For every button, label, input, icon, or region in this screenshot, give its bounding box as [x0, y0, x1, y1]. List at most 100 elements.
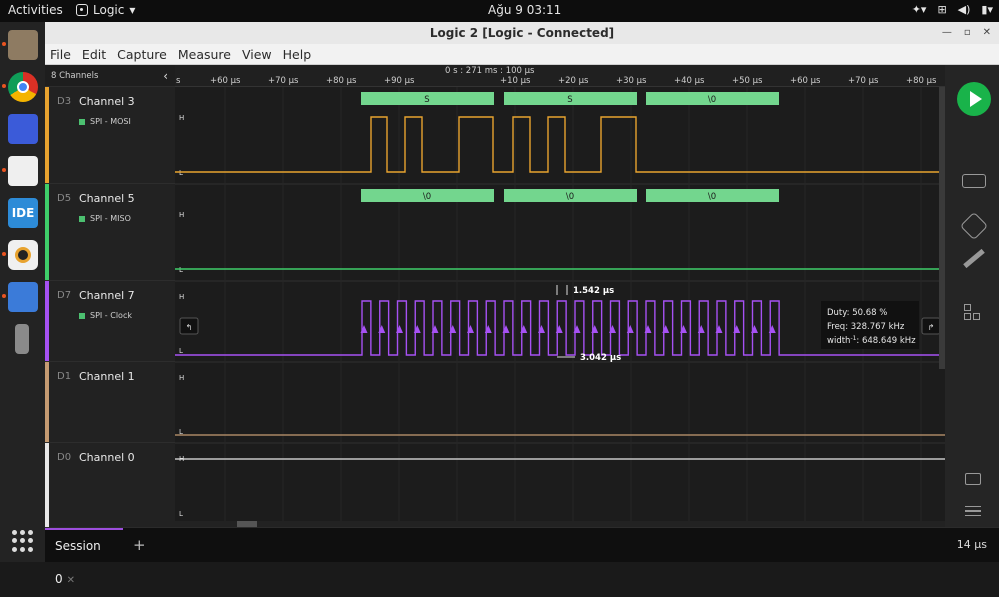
channel-color-bar: [45, 184, 49, 280]
session-tab[interactable]: Session 0 ✕: [45, 528, 123, 586]
channel-row-d1[interactable]: D1 Channel 1: [45, 362, 175, 443]
time-axis[interactable]: 0 s : 271 ms : 100 µs s +60 µs +70 µs +8…: [175, 65, 945, 87]
channel-name[interactable]: Channel 0: [79, 451, 135, 464]
saleae-logic-icon[interactable]: [8, 240, 38, 270]
mosi-decode-value: S: [567, 95, 572, 105]
previous-edge-icon: ↰: [186, 323, 193, 332]
axis-tick: +70 µs: [268, 76, 299, 86]
menu-help[interactable]: Help: [283, 47, 312, 62]
system-top-bar: Activities Logic ▾ Ağu 9 03:11 ✦▾ ⊞ ◀) ▮…: [0, 0, 999, 22]
low-level-label: L: [179, 510, 183, 518]
logic-app-icon: [76, 4, 88, 16]
axis-tick: +80 µs: [906, 76, 937, 86]
channel-row-d5[interactable]: D5 Channel 5 SPI - MISO: [45, 184, 175, 281]
network-icon[interactable]: ⊞: [937, 3, 946, 16]
menu-file[interactable]: File: [50, 47, 71, 62]
clock-edge-markers: [360, 325, 776, 333]
mosi-signal-trace[interactable]: [175, 116, 945, 173]
channel-id: D5: [57, 193, 72, 204]
channel-count-header: 8 Channels ‹: [45, 65, 175, 87]
ide-icon[interactable]: IDE: [8, 198, 38, 228]
text-editor-icon[interactable]: [8, 282, 38, 312]
window-titlebar[interactable]: Logic 2 [Logic - Connected] — ▫ ✕: [45, 22, 999, 44]
chat-icon[interactable]: [965, 473, 981, 485]
volume-icon[interactable]: ◀): [958, 3, 971, 16]
time-reference: 0 s : 271 ms : 100 µs: [445, 66, 535, 76]
chrome-icon[interactable]: [8, 72, 38, 102]
waveform-view[interactable]: 0 s : 271 ms : 100 µs s +60 µs +70 µs +8…: [175, 65, 945, 527]
channel-name[interactable]: Channel 3: [79, 95, 135, 108]
app-menu[interactable]: Logic ▾: [76, 3, 135, 17]
channel-color-bar: [45, 87, 49, 183]
low-level-label: L: [179, 169, 183, 177]
axis-tick: +40 µs: [674, 76, 705, 86]
miso-decode-value: \0: [423, 192, 431, 202]
high-level-label: H: [179, 211, 184, 219]
width-readout: width-1: 648.649 kHz: [827, 335, 916, 346]
channel-name[interactable]: Channel 5: [79, 192, 135, 205]
running-indicator: [2, 252, 6, 256]
axis-tick: +30 µs: [616, 76, 647, 86]
battery-icon[interactable]: ▮▾: [981, 3, 993, 16]
pulse-width-readout: 1.542 µs: [573, 286, 614, 296]
channel-row-d0[interactable]: D0 Channel 0: [45, 443, 175, 527]
document-viewer-icon[interactable]: [8, 156, 38, 186]
screenshot-icon[interactable]: [8, 114, 38, 144]
menu-measure[interactable]: Measure: [178, 47, 231, 62]
chevron-down-icon: ▾: [129, 3, 136, 17]
axis-tick: +80 µs: [326, 76, 357, 86]
channel-row-d7[interactable]: D7 Channel 7 SPI - Clock: [45, 281, 175, 362]
hamburger-menu-icon[interactable]: [965, 506, 981, 516]
channel-row-d3[interactable]: D3 Channel 3 SPI - MOSI: [45, 87, 175, 184]
analyzer-color-icon: [79, 215, 85, 222]
waveform-canvas[interactable]: H L H L H L H L H L S S \0 \0 \0 \0 1.54…: [175, 87, 945, 527]
restore-icon[interactable]: ▫: [964, 22, 971, 44]
app-name: Logic: [93, 3, 125, 17]
channel-color-bar: [45, 443, 49, 527]
files-icon[interactable]: [8, 30, 38, 60]
low-level-label: L: [179, 347, 183, 355]
axis-tick: +20 µs: [558, 76, 589, 86]
start-capture-button[interactable]: [957, 82, 991, 116]
next-edge-icon: ↱: [928, 323, 935, 332]
running-indicator: [2, 294, 6, 298]
analyzers-icon[interactable]: [959, 211, 989, 241]
high-level-label: H: [179, 293, 184, 301]
channel-name[interactable]: Channel 7: [79, 289, 135, 302]
protocol-label: SPI - Clock: [79, 311, 132, 320]
collapse-sidebar-icon[interactable]: ‹: [163, 65, 168, 87]
window-title: Logic 2 [Logic - Connected]: [429, 26, 615, 40]
menu-edit[interactable]: Edit: [82, 47, 106, 62]
channel-count: 8 Channels: [51, 71, 99, 81]
system-tray[interactable]: ✦▾ ⊞ ◀) ▮▾: [912, 3, 993, 16]
usb-drive-icon[interactable]: [15, 324, 29, 354]
channel-sidebar: 8 Channels ‹ D3 Channel 3 SPI - MOSI D5 …: [45, 65, 175, 527]
close-session-icon[interactable]: ✕: [67, 575, 75, 586]
running-indicator: [2, 42, 6, 46]
zoom-level[interactable]: 14 µs: [957, 538, 987, 551]
menu-view[interactable]: View: [242, 47, 272, 62]
menu-capture[interactable]: Capture: [117, 47, 167, 62]
show-apps-icon[interactable]: [12, 530, 34, 552]
mosi-decode-value: \0: [708, 95, 716, 105]
close-icon[interactable]: ✕: [983, 22, 991, 44]
channel-name[interactable]: Channel 1: [79, 370, 135, 383]
activities-button[interactable]: Activities: [8, 3, 63, 17]
protocol-label: SPI - MOSI: [79, 117, 131, 126]
period-readout: 3.042 µs: [580, 353, 621, 363]
low-level-label: L: [179, 266, 183, 274]
extensions-icon[interactable]: [964, 304, 982, 322]
running-indicator: [2, 168, 6, 172]
minimize-icon[interactable]: —: [942, 22, 952, 44]
session-bar: Session 0 ✕ + 14 µs: [45, 527, 999, 586]
device-settings-icon[interactable]: [962, 174, 986, 188]
dock: IDE: [0, 22, 45, 562]
menu-bar: File Edit Capture Measure View Help: [45, 44, 999, 65]
mosi-decode-value: S: [424, 95, 429, 105]
measurements-icon[interactable]: [963, 248, 985, 269]
channel-id: D0: [57, 452, 72, 463]
accessibility-icon[interactable]: ✦▾: [912, 3, 927, 16]
clock[interactable]: Ağu 9 03:11: [488, 3, 561, 17]
session-tab-label: Session 0: [55, 539, 101, 586]
add-session-icon[interactable]: +: [133, 536, 146, 554]
